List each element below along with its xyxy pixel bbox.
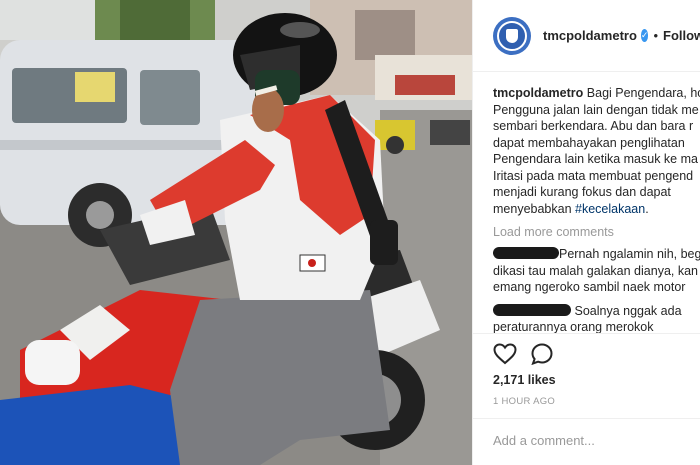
caption-line: tmcpoldametro Bagi Pengendara, ho — [493, 85, 700, 102]
post-timestamp: 1 HOUR AGO — [493, 396, 556, 407]
caption-line: menjadi kurang fokus dan dapat — [493, 185, 671, 199]
redacted-username — [493, 303, 571, 316]
redacted-username — [493, 247, 559, 259]
caption-line: Pengguna jalan lain dengan tidak me — [493, 102, 699, 117]
caption-line: sembari berkendara. Abu dan bara r — [493, 119, 694, 133]
likes-count[interactable]: 2,171 likes — [493, 373, 556, 387]
post-caption: tmcpoldametro Bagi Pengendara, ho Penggu… — [493, 85, 700, 217]
comment-text: Pernah ngalamin nih, beg — [559, 247, 700, 261]
comment-line: Soalnya nggak ada — [493, 303, 700, 320]
caption-text: menyebabkan — [493, 201, 576, 216]
comment-line: Pernah ngalamin nih, beg — [493, 246, 700, 263]
police-badge-icon[interactable] — [493, 16, 531, 55]
avatar-emblem — [497, 20, 527, 51]
caption-line: Iritasi pada mata membuat pengend — [493, 168, 694, 183]
caption-line: dapat membahayakan penglihatan — [493, 135, 685, 150]
caption-line: Pengendara lain ketika masuk ke ma — [493, 152, 698, 166]
load-more-comments-button[interactable]: Load more comments — [493, 225, 700, 239]
header-username[interactable]: tmcpoldametro — [543, 28, 637, 43]
post-header: tmcpoldametro ✓ • Follow — [473, 0, 700, 72]
post-photo[interactable] — [0, 0, 472, 465]
comments-list[interactable]: tmcpoldametro Bagi Pengendara, ho Penggu… — [473, 72, 700, 334]
caption-end: . — [645, 201, 649, 216]
caption-username[interactable]: tmcpoldametro — [493, 86, 583, 100]
caption-line: menyebabkan #kecelakaan. — [493, 201, 700, 218]
heart-icon[interactable] — [493, 343, 517, 365]
add-comment-input[interactable]: Add a comment... — [473, 418, 700, 465]
comment-line: peraturannya orang merokok — [493, 320, 654, 334]
avatar-shield-shape — [506, 28, 518, 43]
comment-line: emang ngeroko sambil naek motor — [493, 280, 686, 294]
hashtag-link[interactable]: #kecelakaan — [575, 202, 645, 216]
post-actions — [493, 342, 553, 366]
verified-badge-icon: ✓ — [640, 29, 649, 42]
rider-photo-illustration — [0, 0, 472, 465]
comment-line: dikasi tau malah galakan dianya, kan — [493, 263, 698, 278]
comment-text: Soalnya nggak ada — [574, 303, 682, 318]
comment-icon[interactable] — [531, 343, 553, 365]
comment-item: Pernah ngalamin nih, beg dikasi tau mala… — [493, 246, 700, 296]
comment-item: Soalnya nggak ada peraturannya orang mer… — [493, 303, 700, 334]
post-side-panel: tmcpoldametro ✓ • Follow tmcpoldametro B… — [472, 0, 700, 465]
header-separator: • — [653, 28, 659, 43]
follow-button[interactable]: Follow — [663, 28, 700, 43]
caption-text: Bagi Pengendara, ho — [586, 86, 700, 100]
